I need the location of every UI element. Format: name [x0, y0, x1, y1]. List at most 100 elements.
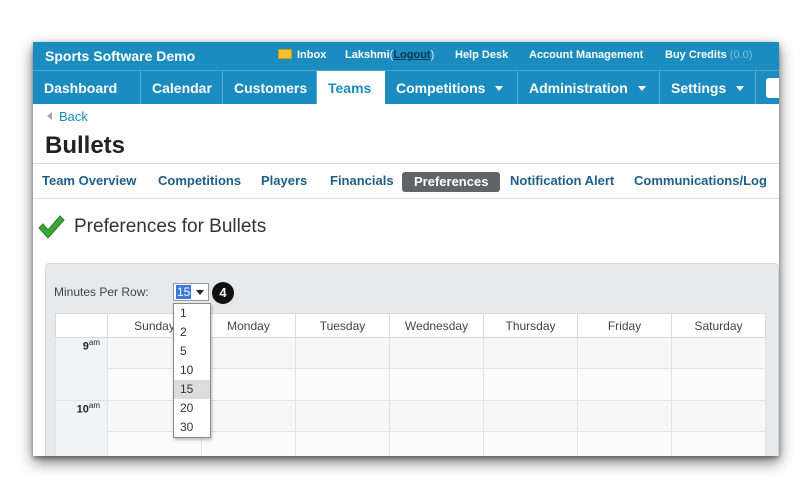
calendar-slot[interactable] — [389, 368, 484, 401]
calendar-slot[interactable] — [201, 400, 296, 432]
subnav-team-overview[interactable]: Team Overview — [42, 173, 136, 188]
subnav-players[interactable]: Players — [261, 173, 307, 188]
calendar-slot[interactable] — [483, 368, 578, 401]
calendar-slot[interactable] — [577, 400, 672, 432]
calendar-slot[interactable] — [389, 337, 484, 370]
calendar-slot[interactable] — [389, 431, 484, 456]
nav-settings[interactable]: Settings — [660, 71, 756, 104]
time-hour: 10 — [76, 403, 89, 416]
calendar-slot[interactable] — [201, 368, 296, 401]
user-info: Lakshmi(Logout) — [345, 49, 434, 61]
day-header-wednesday: Wednesday — [389, 312, 484, 339]
user-name: Lakshmi — [345, 49, 390, 61]
subnav-notification-alert[interactable]: Notification Alert — [510, 173, 614, 188]
time-suffix: am — [88, 338, 100, 348]
nav-customers[interactable]: Customers — [223, 71, 317, 104]
day-header-thursday: Thursday — [483, 312, 578, 339]
checkmark-icon — [38, 215, 65, 239]
nav-teams-label: Teams — [328, 80, 372, 96]
mail-icon — [278, 49, 292, 59]
buy-credits-link[interactable]: Buy Credits (0.0) — [665, 49, 752, 61]
chevron-down-icon — [196, 290, 204, 295]
calendar-slot[interactable] — [671, 368, 766, 401]
back-link[interactable]: Back — [47, 109, 88, 124]
subnav-preferences[interactable]: Preferences — [402, 172, 501, 192]
nav-search-input[interactable] — [766, 78, 779, 98]
option-30[interactable]: 30 — [174, 418, 210, 437]
top-bar: Sports Software Demo Inbox Lakshmi(Logou… — [33, 42, 779, 70]
nav-administration-label: Administration — [529, 80, 628, 96]
buy-credits-label: Buy Credits — [665, 49, 727, 61]
nav-teams[interactable]: Teams — [317, 71, 385, 104]
inbox-label: Inbox — [297, 49, 327, 61]
nav-customers-label: Customers — [234, 80, 308, 96]
chevron-down-icon — [637, 86, 646, 91]
calendar-slot[interactable] — [483, 400, 578, 432]
nav-dashboard-label: Dashboard — [44, 80, 118, 96]
nav-calendar[interactable]: Calendar — [141, 71, 223, 104]
option-15[interactable]: 15 — [174, 380, 210, 399]
back-arrow-icon — [47, 112, 52, 120]
option-1[interactable]: 1 — [174, 304, 210, 323]
calendar-slot[interactable] — [577, 368, 672, 401]
calendar-slot[interactable] — [483, 337, 578, 370]
calendar-slot[interactable] — [671, 431, 766, 456]
preferences-heading: Preferences for Bullets — [74, 216, 267, 237]
calendar-slot[interactable] — [671, 400, 766, 432]
calendar-slot[interactable] — [295, 431, 390, 456]
day-header-saturday: Saturday — [671, 312, 766, 339]
minutes-per-row-select[interactable]: 15 — [173, 283, 209, 301]
calendar-slot[interactable] — [201, 337, 296, 370]
nav-settings-label: Settings — [671, 80, 727, 96]
inbox-link[interactable]: Inbox — [278, 49, 326, 61]
calendar-slot[interactable] — [201, 431, 296, 456]
calendar-row-1030 — [56, 431, 766, 456]
calendar-header-row: Sunday Monday Tuesday Wednesday Thursday… — [55, 312, 766, 339]
account-management-link[interactable]: Account Management — [529, 49, 643, 61]
nav-administration[interactable]: Administration — [518, 71, 660, 104]
calendar-corner — [55, 312, 108, 339]
day-header-monday: Monday — [201, 312, 296, 339]
minutes-per-row-label: Minutes Per Row: — [54, 285, 149, 299]
calendar-slot[interactable] — [577, 431, 672, 456]
time-label-10am: 10am — [55, 400, 108, 456]
time-label-9am: 9am — [55, 337, 108, 401]
subnav-financials[interactable]: Financials — [330, 173, 394, 188]
week-calendar: Sunday Monday Tuesday Wednesday Thursday… — [55, 312, 766, 456]
calendar-row-9am: 9am — [55, 337, 766, 401]
option-5[interactable]: 5 — [174, 342, 210, 361]
calendar-row-10am: 10am — [55, 400, 766, 456]
day-header-tuesday: Tuesday — [295, 312, 390, 339]
calendar-slot[interactable] — [295, 368, 390, 401]
minutes-per-row-dropdown: 1 2 5 10 15 20 30 — [173, 303, 211, 438]
calendar-slot[interactable] — [295, 337, 390, 370]
subnav-communications-log[interactable]: Communications/Log — [634, 173, 767, 188]
calendar-slot[interactable] — [577, 337, 672, 370]
option-20[interactable]: 20 — [174, 399, 210, 418]
calendar-slot[interactable] — [483, 431, 578, 456]
chevron-down-icon — [736, 86, 745, 91]
back-label: Back — [59, 109, 88, 124]
credits-count: (0.0) — [729, 49, 753, 61]
app-title: Sports Software Demo — [45, 48, 196, 64]
app-window: Sports Software Demo Inbox Lakshmi(Logou… — [33, 42, 779, 456]
calendar-slot[interactable] — [671, 337, 766, 370]
step-badge: 4 — [212, 282, 234, 304]
main-nav: Dashboard Calendar Customers Teams Compe… — [33, 70, 779, 104]
option-2[interactable]: 2 — [174, 323, 210, 342]
calendar-row-930 — [56, 368, 766, 401]
logout-link[interactable]: Logout — [393, 49, 430, 61]
day-header-friday: Friday — [577, 312, 672, 339]
subnav-competitions[interactable]: Competitions — [158, 173, 241, 188]
calendar-slot[interactable] — [389, 400, 484, 432]
chevron-down-icon — [495, 86, 504, 91]
time-suffix: am — [88, 400, 100, 410]
nav-competitions[interactable]: Competitions — [385, 71, 518, 104]
option-10[interactable]: 10 — [174, 361, 210, 380]
calendar-slot[interactable] — [295, 400, 390, 432]
nav-competitions-label: Competitions — [396, 80, 486, 96]
team-subnav: Team Overview Competitions Players Finan… — [33, 163, 779, 199]
nav-calendar-label: Calendar — [152, 80, 212, 96]
nav-dashboard[interactable]: Dashboard — [33, 71, 141, 104]
help-desk-link[interactable]: Help Desk — [455, 49, 508, 61]
